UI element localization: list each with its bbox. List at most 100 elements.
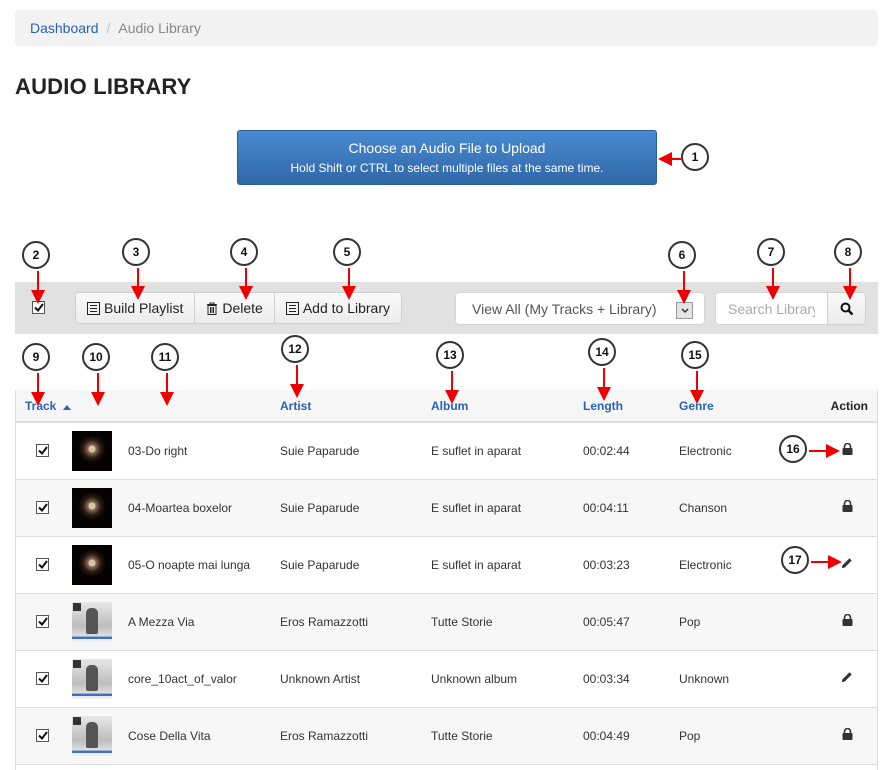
- view-filter-value: View All (My Tracks + Library): [472, 300, 657, 317]
- album-art: [72, 430, 112, 471]
- pencil-icon[interactable]: [841, 671, 853, 683]
- table-row[interactable]: core_10act_of_valor Unknown Artist Unkno…: [16, 650, 877, 707]
- upload-hint: Hold Shift or CTRL to select multiple fi…: [290, 161, 604, 175]
- album-art: [72, 544, 112, 585]
- checkmark-icon: [37, 446, 48, 455]
- breadcrumb-dashboard-link[interactable]: Dashboard: [30, 20, 99, 36]
- callout-17: 17: [781, 546, 809, 574]
- column-header-action: Action: [789, 390, 877, 423]
- track-album: E suflet in aparat: [431, 500, 522, 515]
- build-playlist-label: Build Playlist: [104, 300, 184, 316]
- track-album: E suflet in aparat: [431, 557, 522, 572]
- checkmark-icon: [37, 730, 48, 740]
- callout-7: 7: [757, 238, 785, 266]
- upload-audio-button[interactable]: Choose an Audio File to Upload Hold Shif…: [237, 130, 657, 185]
- callout-arrow-8: [844, 268, 855, 300]
- track-album: E suflet in aparat: [431, 443, 522, 458]
- track-album: Unknown album: [431, 671, 518, 686]
- callout-4: 4: [230, 238, 258, 266]
- callout-arrow-3: [132, 268, 143, 300]
- callout-13: 13: [436, 341, 464, 369]
- checkmark-icon: [37, 616, 48, 626]
- row-checkbox[interactable]: [36, 671, 49, 685]
- column-header-title: [128, 390, 280, 423]
- lock-icon[interactable]: [842, 614, 853, 626]
- callout-arrow-6: [678, 271, 689, 304]
- track-album: Tutte Storie: [431, 614, 493, 629]
- list-icon: [87, 301, 100, 315]
- checkmark-icon: [33, 303, 44, 312]
- add-to-library-button[interactable]: Add to Library: [273, 293, 402, 323]
- track-title: 04-Moartea boxelor: [128, 500, 233, 515]
- delete-button[interactable]: Delete: [194, 293, 274, 323]
- track-length: 00:03:34: [583, 671, 630, 686]
- callout-arrow-16: [809, 445, 840, 456]
- track-genre: Chanson: [679, 500, 728, 515]
- callout-5: 5: [333, 238, 361, 266]
- chevron-down-icon[interactable]: [676, 302, 693, 319]
- album-art: [72, 658, 112, 699]
- tracks-table-container: Track Artist Album Length Genre Action 0…: [15, 390, 878, 770]
- table-row[interactable]: 03-Do right Suie Paparude E suflet in ap…: [16, 422, 877, 479]
- track-title: 03-Do right: [128, 443, 188, 458]
- view-filter-select[interactable]: View All (My Tracks + Library): [455, 292, 705, 325]
- checkmark-icon: [37, 502, 48, 512]
- track-genre: Pop: [679, 728, 701, 743]
- row-checkbox[interactable]: [36, 500, 49, 514]
- tracks-table: Track Artist Album Length Genre Action 0…: [16, 390, 877, 765]
- callout-11: 11: [151, 343, 179, 371]
- callout-6: 6: [668, 241, 696, 269]
- list-icon: [285, 301, 299, 315]
- callout-arrow-14: [598, 368, 609, 401]
- callout-2: 2: [22, 241, 50, 269]
- trash-icon: [206, 302, 218, 315]
- callout-9: 9: [22, 343, 50, 371]
- callout-arrow-2: [32, 271, 43, 304]
- sort-asc-icon: [62, 404, 71, 410]
- track-artist: Suie Paparude: [280, 443, 360, 458]
- callout-arrow-15: [691, 371, 702, 404]
- track-title: 05-O noapte mai lunga: [128, 557, 251, 572]
- callout-arrow-17: [811, 556, 842, 567]
- callout-arrow-7: [767, 268, 778, 300]
- table-row[interactable]: 05-O noapte mai lunga Suie Paparude E su…: [16, 536, 877, 593]
- track-genre: Unknown: [679, 671, 730, 686]
- pencil-icon[interactable]: [841, 557, 853, 569]
- lock-icon[interactable]: [842, 728, 853, 740]
- callout-10: 10: [82, 343, 110, 371]
- checkmark-icon: [37, 559, 48, 569]
- delete-label: Delete: [222, 300, 263, 316]
- track-artist: Suie Paparude: [280, 500, 360, 515]
- row-checkbox[interactable]: [36, 728, 49, 742]
- checkmark-icon: [37, 673, 48, 683]
- track-artist: Eros Ramazzotti: [280, 728, 369, 743]
- table-row[interactable]: Cose Della Vita Eros Ramazzotti Tutte St…: [16, 707, 877, 764]
- callout-arrow-1: [658, 153, 681, 164]
- callout-arrow-12: [291, 365, 302, 398]
- callout-12: 12: [281, 335, 309, 363]
- callout-arrow-11: [161, 373, 172, 406]
- track-album: Tutte Storie: [431, 728, 493, 743]
- lock-icon[interactable]: [842, 500, 853, 512]
- callout-14: 14: [588, 338, 616, 366]
- track-artist: Eros Ramazzotti: [280, 614, 369, 629]
- track-title: core_10act_of_valor: [128, 671, 237, 686]
- row-checkbox[interactable]: [36, 614, 49, 628]
- callout-arrow-4: [240, 268, 251, 300]
- table-row[interactable]: A Mezza Via Eros Ramazzotti Tutte Storie…: [16, 593, 877, 650]
- album-art: [72, 487, 112, 528]
- breadcrumb-current: Audio Library: [118, 20, 201, 36]
- row-checkbox[interactable]: [36, 443, 49, 457]
- lock-icon[interactable]: [842, 443, 853, 456]
- add-to-library-label: Add to Library: [302, 300, 391, 316]
- album-art: [72, 715, 112, 756]
- callout-arrow-5: [343, 268, 354, 300]
- callout-8: 8: [834, 238, 862, 266]
- track-title: Cose Della Vita: [128, 728, 211, 743]
- track-length: 00:04:11: [583, 500, 629, 515]
- table-row[interactable]: 04-Moartea boxelor Suie Paparude E sufle…: [16, 479, 877, 536]
- row-checkbox[interactable]: [36, 557, 49, 571]
- track-genre: Electronic: [679, 443, 732, 458]
- search-icon: [840, 302, 853, 315]
- track-length: 00:02:44: [583, 443, 630, 458]
